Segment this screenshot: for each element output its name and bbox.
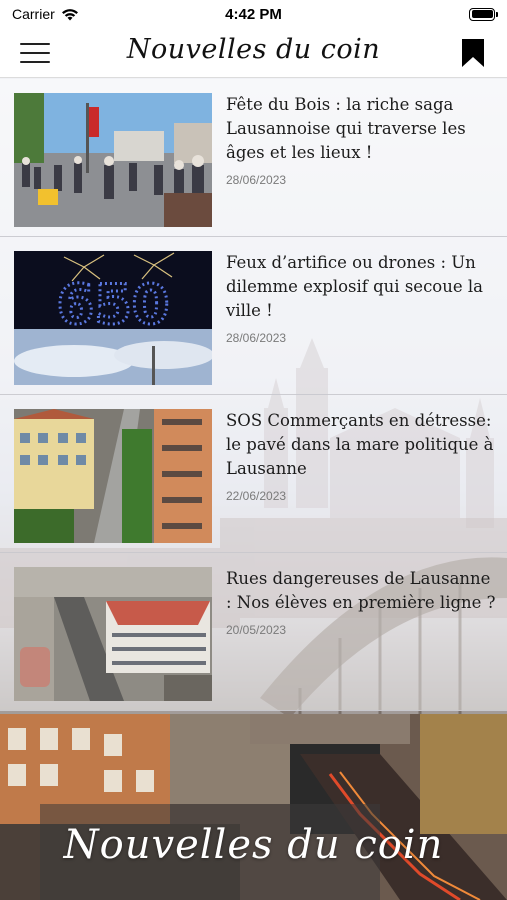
article-list: Fête du Bois : la riche saga Lausannoise… [0, 79, 507, 711]
status-right [335, 7, 498, 21]
article-date: 22/06/2023 [226, 489, 287, 503]
article-date: 28/06/2023 [226, 173, 287, 187]
bookmark-icon[interactable] [461, 38, 485, 68]
article-title: Feux d’artifice ou drones : Un dilemme e… [226, 253, 483, 320]
svg-text:650: 650 [57, 273, 170, 336]
article-thumbnail [14, 409, 212, 543]
status-time: 4:42 PM [225, 5, 282, 23]
article-text: Rues dangereuses de Lausanne : Nos élève… [212, 567, 507, 710]
article-item[interactable]: Fête du Bois : la riche saga Lausannoise… [0, 79, 507, 237]
article-text: Feux d’artifice ou drones : Un dilemme e… [212, 251, 507, 394]
footer-banner: Nouvelles du coin [0, 714, 507, 900]
article-item[interactable]: Rues dangereuses de Lausanne : Nos élève… [0, 553, 507, 711]
carrier-label: Carrier [12, 6, 55, 22]
battery-icon [469, 7, 498, 21]
article-text: SOS Commerçants en détresse: le pavé dan… [212, 409, 507, 552]
footer-title: Nouvelles du coin [63, 822, 444, 868]
article-thumbnail [14, 93, 212, 227]
article-thumbnail: 650 [14, 251, 212, 385]
article-item[interactable]: 650 Feux d’artifice ou drones : Un dilem… [0, 237, 507, 395]
app-header: Nouvelles du coin [0, 28, 507, 78]
article-thumbnail [14, 567, 212, 701]
app-title: Nouvelles du coin [126, 34, 381, 65]
article-date: 20/05/2023 [226, 623, 287, 637]
wifi-icon [61, 8, 78, 20]
article-item[interactable]: SOS Commerçants en détresse: le pavé dan… [0, 395, 507, 553]
article-date: 28/06/2023 [226, 331, 287, 345]
status-bar: Carrier 4:42 PM [0, 0, 507, 28]
article-text: Fête du Bois : la riche saga Lausannoise… [212, 93, 507, 236]
article-title: Fête du Bois : la riche saga Lausannoise… [226, 95, 466, 162]
status-left: Carrier [12, 6, 172, 22]
article-title: Rues dangereuses de Lausanne : Nos élève… [226, 569, 496, 612]
article-title: SOS Commerçants en détresse: le pavé dan… [226, 411, 494, 478]
